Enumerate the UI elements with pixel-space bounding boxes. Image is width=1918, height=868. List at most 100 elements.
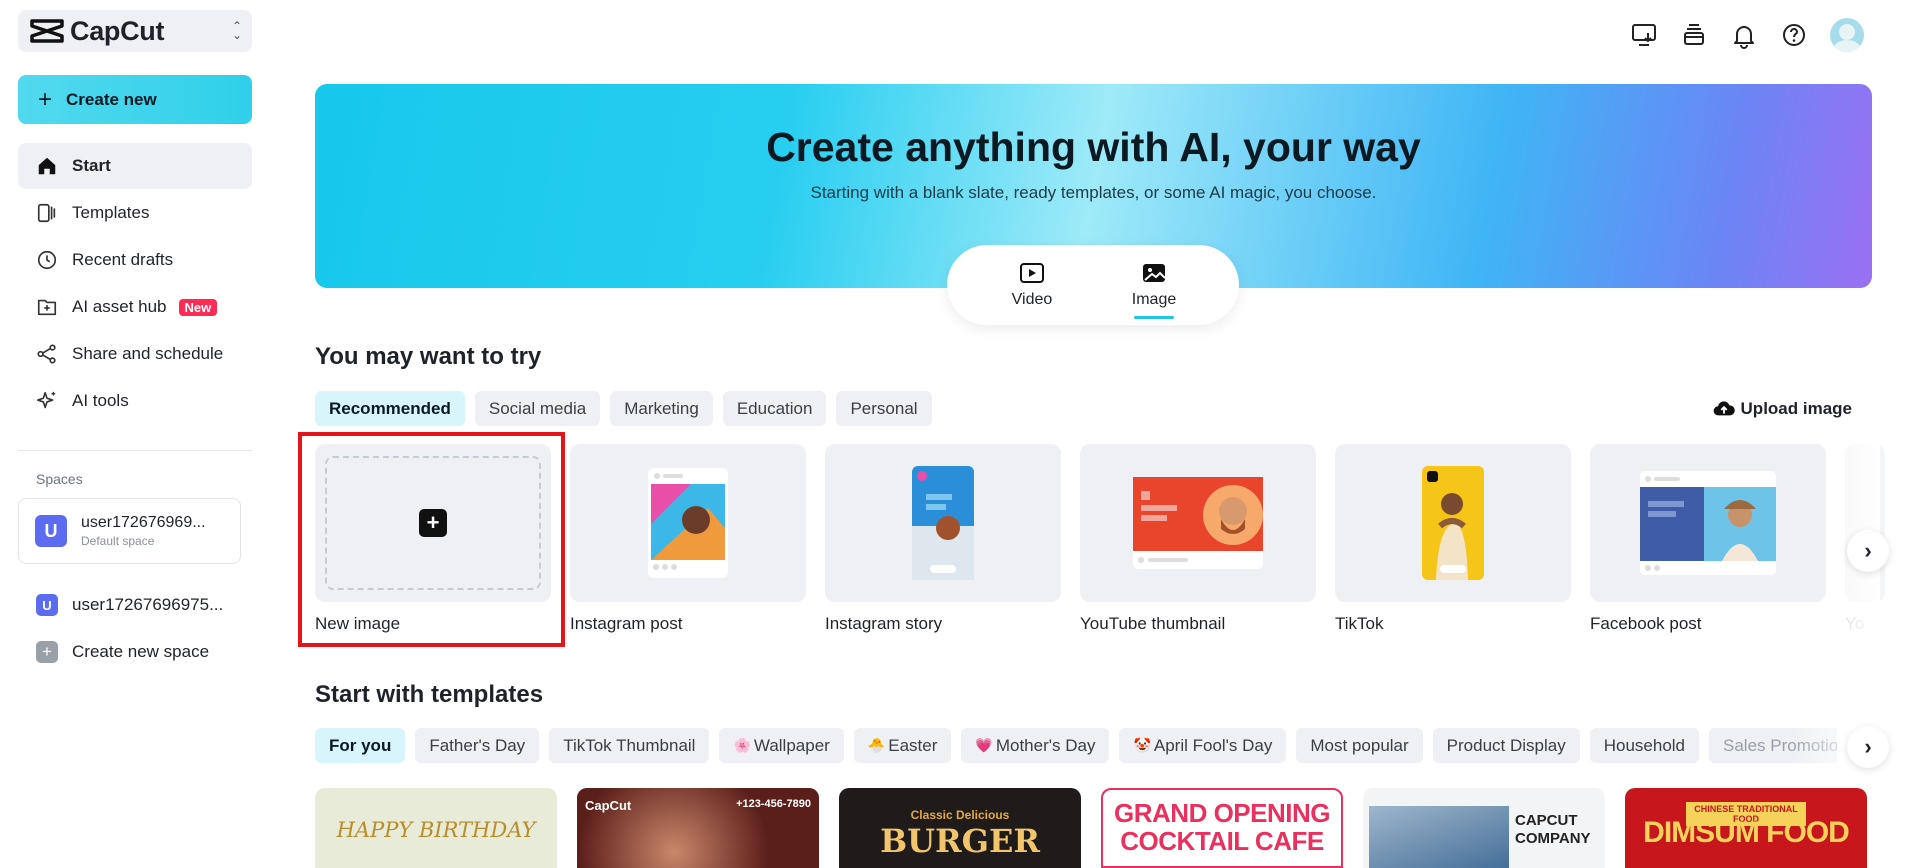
chevron-right-icon: ›	[1864, 538, 1872, 563]
plus-icon: +	[38, 85, 53, 113]
clock-icon	[37, 250, 57, 270]
tab-for-you[interactable]: For you	[315, 728, 406, 763]
templates-icon	[37, 203, 56, 223]
tiktok-card[interactable]: TikTok	[1335, 444, 1571, 634]
instagram-post-card[interactable]: Instagram post	[570, 444, 806, 634]
tab-marketing[interactable]: Marketing	[610, 391, 713, 426]
heart-icon: 💗	[975, 737, 993, 753]
tab-product-display[interactable]: Product Display	[1432, 728, 1580, 763]
share-icon	[37, 344, 56, 364]
template-capcut-company[interactable]: CAPCUT COMPANY	[1363, 788, 1605, 868]
tab-social-media[interactable]: Social media	[474, 391, 601, 426]
tab-tiktok-thumbnail[interactable]: TikTok Thumbnail	[549, 728, 710, 763]
tab-label: Most popular	[1310, 735, 1409, 755]
hero-title: Create anything with AI, your way	[766, 124, 1421, 170]
youtube-thumbnail-preview	[1133, 477, 1263, 569]
plus-icon: +	[36, 641, 58, 663]
template-capcut-hands[interactable]: CapCut +123-456-7890	[577, 788, 819, 868]
sidebar-item-label: Templates	[72, 203, 150, 222]
chick-icon: 🐣	[867, 737, 886, 753]
card-thumbnail	[1080, 444, 1316, 602]
tab-wallpaper[interactable]: 🌸 Wallpaper	[719, 728, 844, 763]
card-thumbnail	[1335, 444, 1571, 602]
tab-april-fools-day[interactable]: 🤡 April Fool's Day	[1119, 728, 1287, 763]
cards-next-button[interactable]: ›	[1847, 530, 1889, 572]
capcut-logo-icon	[30, 19, 64, 43]
youtube-thumbnail-card[interactable]: YouTube thumbnail	[1080, 444, 1316, 634]
card-label: YouTube thumbnail	[1080, 614, 1226, 633]
plus-icon: +	[419, 509, 447, 537]
tab-label: Father's Day	[429, 735, 526, 755]
app-name: CapCut	[70, 15, 165, 46]
tab-fathers-day[interactable]: Father's Day	[415, 728, 540, 763]
template-tabs-next-button[interactable]: ›	[1847, 726, 1889, 768]
sidebar-item-ai-tools[interactable]: AI tools	[18, 378, 252, 424]
user-avatar[interactable]	[1830, 18, 1864, 52]
template-brand: CapCut	[585, 798, 632, 813]
mode-toggle: Video Image	[947, 245, 1239, 325]
mode-video-tab[interactable]: Video	[987, 261, 1077, 309]
create-new-label: Create new	[66, 89, 157, 109]
sidebar-item-recent-drafts[interactable]: Recent drafts	[18, 237, 252, 283]
sidebar-item-share-schedule[interactable]: Share and schedule	[18, 331, 252, 377]
card-label: Facebook post	[1590, 614, 1702, 633]
tab-mothers-day[interactable]: 💗 Mother's Day	[961, 728, 1110, 763]
card-label: TikTok	[1335, 614, 1384, 633]
template-title-2: COMPANY	[1515, 830, 1591, 847]
asset-hub-icon	[37, 299, 57, 316]
chevron-updown-icon: ⌃ ⌄	[231, 19, 242, 42]
mode-image-tab[interactable]: Image	[1109, 261, 1199, 319]
template-dimsum[interactable]: CHINESE TRADITIONAL FOOD DIMSUM FOOD	[1625, 788, 1867, 868]
tab-personal[interactable]: Personal	[836, 391, 932, 426]
instagram-post-preview	[648, 468, 728, 578]
tab-label: Wallpaper	[753, 735, 830, 755]
chevron-right-icon: ›	[1864, 734, 1872, 759]
tab-label: Easter	[888, 735, 938, 755]
tab-recommended[interactable]: Recommended	[315, 391, 465, 426]
upload-image-button[interactable]: Upload image	[1713, 398, 1852, 420]
tab-label: Household	[1603, 735, 1686, 755]
hero-subtitle: Starting with a blank slate, ready templ…	[810, 183, 1377, 202]
create-new-button[interactable]: + Create new	[18, 75, 252, 124]
templates-section-title: Start with templates	[315, 681, 544, 708]
mode-label: Video	[1011, 291, 1053, 308]
create-new-space-button[interactable]: + Create new space	[18, 630, 252, 674]
space-list-item[interactable]: U user17267696975...	[18, 583, 252, 627]
sidebar-item-label: Recent drafts	[72, 250, 174, 269]
template-title: BURGER	[880, 822, 1040, 860]
sparkle-icon	[37, 391, 56, 409]
facebook-post-preview	[1640, 471, 1776, 575]
template-burger[interactable]: Classic Delicious BURGER	[839, 788, 1081, 868]
sidebar-nav: Start Templates Recent drafts AI asset h…	[18, 143, 252, 425]
mode-label: Image	[1131, 291, 1177, 308]
facebook-post-card[interactable]: Facebook post	[1590, 444, 1826, 634]
template-thumbnails: HAPPY BIRTHDAY CapCut +123-456-7890 Clas…	[315, 788, 1867, 868]
tab-easter[interactable]: 🐣 Easter	[853, 728, 952, 763]
template-grand-opening[interactable]: GRAND OPENING COCKTAIL CAFE	[1101, 788, 1343, 868]
template-birthday[interactable]: HAPPY BIRTHDAY	[315, 788, 557, 868]
tab-label: Mother's Day	[995, 735, 1096, 755]
space-name: user17267696975...	[72, 595, 224, 614]
sidebar-item-start[interactable]: Start	[18, 143, 252, 189]
flower-icon: 🌸	[733, 737, 751, 753]
download-desktop-icon[interactable]	[1630, 21, 1658, 49]
tab-household[interactable]: Household	[1589, 728, 1700, 763]
help-icon[interactable]	[1780, 21, 1808, 49]
upload-image-label: Upload image	[1740, 399, 1852, 418]
sidebar-item-label: AI tools	[72, 391, 129, 410]
bell-icon[interactable]	[1730, 21, 1758, 49]
workspace-switcher[interactable]: CapCut ⌃ ⌄	[18, 10, 252, 52]
sidebar-item-templates[interactable]: Templates	[18, 190, 252, 236]
template-title: HAPPY BIRTHDAY	[336, 818, 536, 842]
home-icon	[38, 157, 56, 175]
instagram-story-card[interactable]: Instagram story	[825, 444, 1061, 634]
template-title: CAPCUT	[1515, 812, 1578, 829]
templates-filter-tabs: For you Father's Day TikTok Thumbnail 🌸 W…	[315, 728, 1837, 763]
sidebar-item-ai-asset-hub[interactable]: AI asset hub New	[18, 284, 252, 330]
tab-education[interactable]: Education	[722, 391, 827, 426]
card-label: Instagram story	[825, 614, 943, 633]
tab-most-popular[interactable]: Most popular	[1296, 728, 1423, 763]
card-thumbnail	[570, 444, 806, 602]
current-space-card[interactable]: U user172676969... Default space	[18, 498, 241, 564]
layers-icon[interactable]	[1680, 21, 1708, 49]
